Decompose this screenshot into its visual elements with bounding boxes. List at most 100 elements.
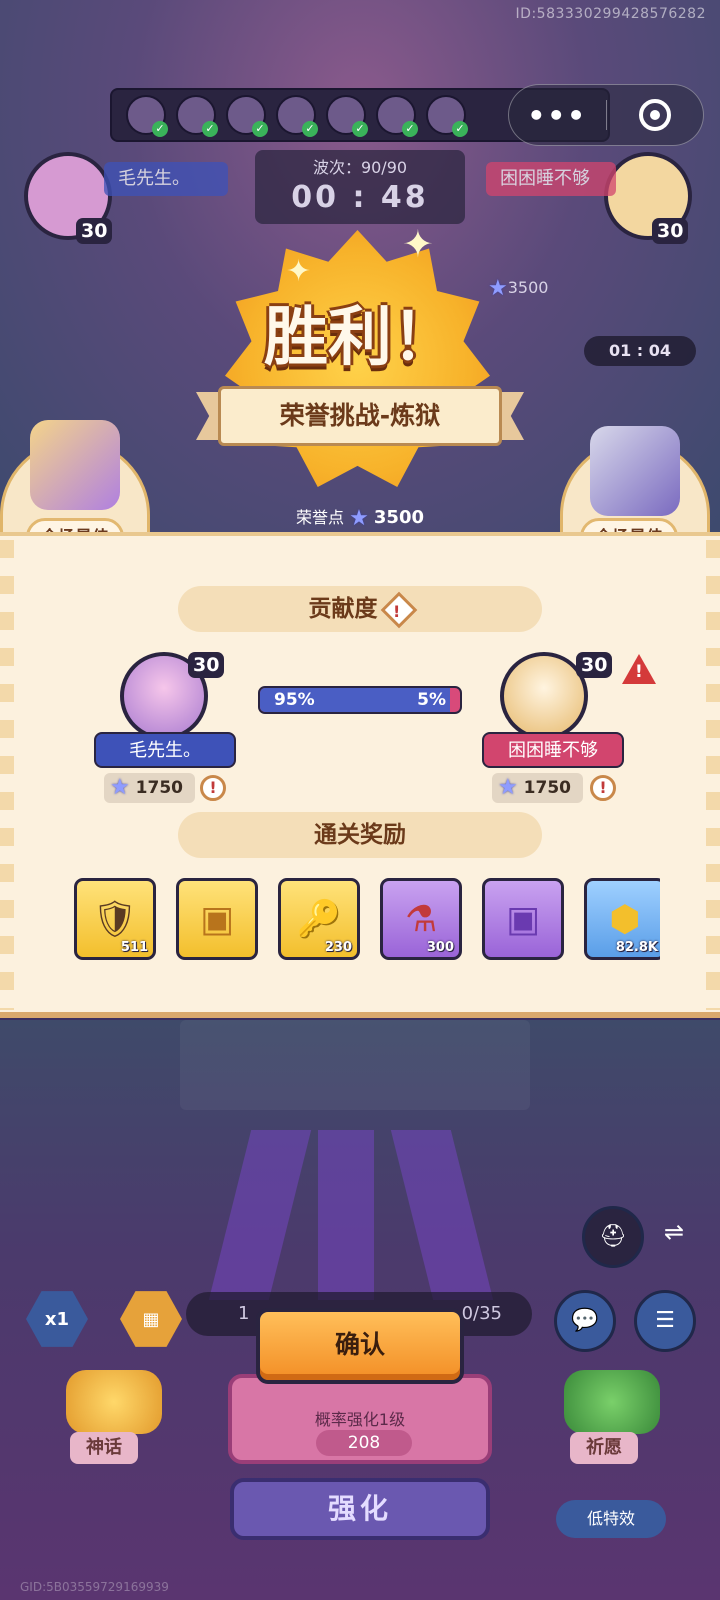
myth-button[interactable]: 神话 [70,1432,138,1464]
menu-lines-icon: ☰ [655,1308,675,1333]
check-icon: ✓ [302,121,318,137]
reward-quantity: 300 [426,940,454,955]
info-warning-icon[interactable]: ! [380,591,417,628]
upgrade-cost: 208 [316,1430,412,1456]
shield-eye-icon: 🛡 [92,899,138,940]
myth-emblem[interactable] [66,1370,162,1434]
left-player-level: 30 [76,218,113,244]
reward-item[interactable]: 🛡 511 [74,878,156,960]
star-icon: ★ [488,276,508,301]
mvp-hero-left [30,420,120,510]
star-icon: ★ [498,775,518,800]
gold-coin-icon: ⬢ [609,898,641,940]
resource-count-tail: 0/35 [461,1303,502,1324]
info-warning-icon[interactable]: ! [200,775,226,801]
sparkle-icon: ✦ [402,222,434,266]
right-player-name: 困困睡不够 [486,162,616,196]
right-player-level: 30 [652,218,689,244]
swap-icon[interactable]: ⇌ [664,1218,684,1246]
player-score-left: ★ 1750 [104,773,195,803]
battle-timer: 00 : 48 [291,180,429,215]
sparkle-icon: ✦ [286,254,312,289]
check-icon: ✓ [402,121,418,137]
confirm-button[interactable]: 确认 [256,1308,464,1384]
potion-bottle-icon: ⚗ [404,898,438,940]
honor-counter-value: 3500 [507,278,549,297]
hero-avatar: ✓ [176,95,218,137]
menu-button[interactable]: ☰ [634,1290,696,1352]
upgrade-level-text: 概率强化1级 [314,1410,406,1429]
honor-points-label: 荣誉点 [295,508,344,527]
reward-item[interactable]: ▣ [176,878,258,960]
treasure-chest-icon: ▣ [199,898,234,940]
probability-upgrade-panel[interactable]: 概率强化1级 208 [228,1374,492,1464]
player-name-left: 毛先生。 [94,732,236,768]
honor-points: 荣誉点 ★ 3500 [0,504,720,531]
left-player-name: 毛先生。 [104,162,228,196]
rewards-header: 通关奖励 [178,812,542,858]
reward-item[interactable]: ▣ [482,878,564,960]
wish-emblem[interactable] [564,1370,660,1434]
reward-quantity: 511 [120,940,148,955]
contribution-header: 贡献度! [178,586,542,632]
player-avatar-right [500,652,588,740]
info-warning-icon[interactable]: ! [590,775,616,801]
hero-avatar: ✓ [376,95,418,137]
check-icon: ✓ [202,121,218,137]
star-icon: ★ [110,775,130,800]
check-icon: ✓ [152,121,168,137]
chat-bubble-icon: 💬 [571,1308,599,1333]
contribution-left-percent: 95% [274,690,315,710]
player-score-value-right: 1750 [523,778,571,798]
close-button[interactable] [607,99,704,131]
hero-avatar: ✓ [226,95,268,137]
target-close-icon [638,99,671,131]
hex-key-icon: 🔑 [296,899,342,940]
chat-button[interactable]: 💬 [554,1290,616,1352]
wish-button[interactable]: 祈愿 [570,1432,638,1464]
bonus-timer: 01 : 04 [584,336,696,366]
wave-panel: 波次：90/90 00 : 48 [255,150,465,224]
hero-avatar: ✓ [326,95,368,137]
contribution-bar: 95% 5% [258,686,462,714]
reward-item[interactable]: 🔑 230 [278,878,360,960]
more-dots-icon[interactable]: ••• [509,99,606,132]
check-icon: ✓ [352,121,368,137]
reward-quantity: 82.8K [615,940,658,955]
miniprogram-capsule: ••• [508,84,704,146]
checker-icon: ▦ [142,1308,160,1330]
bg-pillar [318,1130,374,1300]
enhance-button[interactable]: 强化 [230,1478,490,1540]
contribution-title: 贡献度 [308,596,378,622]
wave-counter: 波次：90/90 [312,158,408,177]
reward-item[interactable]: ⬢ 82.8K [584,878,660,960]
victory-title: 胜利！ [264,301,456,375]
purple-chest-icon: ▣ [505,898,540,940]
honor-counter-small: ★3500 [488,276,548,301]
helmet-icon: ⛑ [599,1224,627,1249]
hero-slot-button[interactable]: ⛑ [582,1206,644,1268]
player-level-right: 30 [576,652,613,678]
player-score-right: ★ 1750 [492,773,583,803]
mode-ribbon: 荣誉挑战-炼狱 [218,386,502,446]
player-score-value-left: 1750 [135,778,183,798]
check-icon: ✓ [252,121,268,137]
board-glass [180,1020,530,1110]
mvp-hero-right [590,426,680,516]
hero-avatar: ✓ [276,95,318,137]
check-icon: ✓ [452,121,468,137]
alert-triangle-icon[interactable]: ! [622,654,656,684]
player-id: ID:583330299428576282 [515,6,706,22]
resource-count-head: 1 [238,1303,250,1324]
contribution-right-percent: 5% [417,690,446,710]
gid-text: GID:5B03559729169939 [20,1580,169,1594]
low-effects-toggle[interactable]: 低特效 [556,1500,666,1538]
reward-quantity: 230 [324,940,352,955]
player-name-right: 困困睡不够 [482,732,624,768]
hero-avatar: ✓ [126,95,168,137]
player-level-left: 30 [188,652,225,678]
panel-edge-right [706,540,720,1010]
reward-item[interactable]: ⚗ 300 [380,878,462,960]
star-icon: ★ [349,506,369,531]
hero-avatar: ✓ [426,95,468,137]
